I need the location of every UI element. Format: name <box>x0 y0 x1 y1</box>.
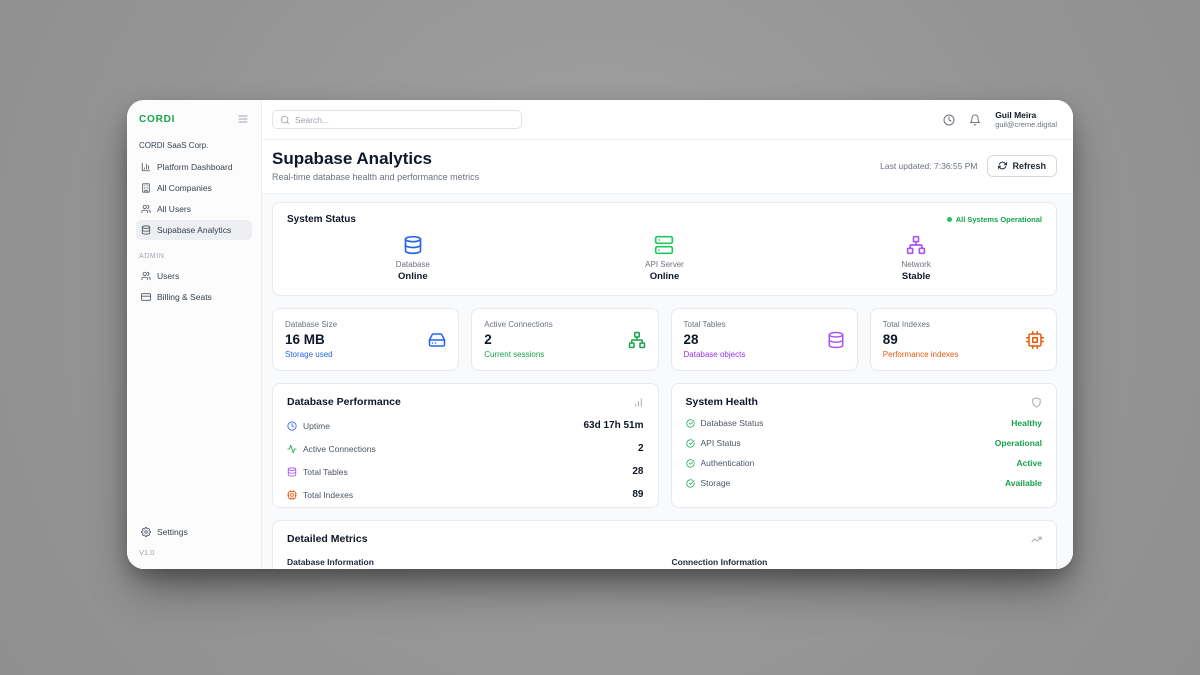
stat-card-total-indexes: Total Indexes 89 Performance indexes <box>870 308 1057 371</box>
network-icon <box>906 235 926 255</box>
check-circle-icon <box>686 479 695 488</box>
org-label: CORDI SaaS Corp. <box>139 141 249 150</box>
bar-chart-icon <box>633 397 644 408</box>
search-icon <box>280 115 290 125</box>
sidebar-item-all-users[interactable]: All Users <box>136 199 252 219</box>
sidebar-item-supabase-analytics[interactable]: Supabase Analytics <box>136 220 252 240</box>
refresh-button[interactable]: Refresh <box>987 155 1057 177</box>
activity-icon <box>287 444 297 454</box>
bell-icon[interactable] <box>969 114 981 126</box>
bar-chart-icon <box>141 162 151 172</box>
refresh-icon <box>998 161 1007 170</box>
detailed-metrics-card: Detailed Metrics Database Information Da… <box>272 520 1057 569</box>
shield-icon <box>1031 397 1042 408</box>
sidebar-item-platform-dashboard[interactable]: Platform Dashboard <box>136 157 252 177</box>
system-status-title: System Status <box>287 214 356 225</box>
user-email: guil@creme.digital <box>995 120 1057 129</box>
gear-icon <box>141 527 151 537</box>
stat-card-active-connections: Active Connections 2 Current sessions <box>471 308 658 371</box>
last-updated: Last updated: 7:36:55 PM <box>880 161 977 171</box>
check-circle-icon <box>686 439 695 448</box>
user-name: Guil Meira <box>995 110 1057 121</box>
cpu-icon <box>287 490 297 500</box>
user-menu[interactable]: Guil Meira guil@creme.digital <box>995 110 1057 130</box>
status-badge: All Systems Operational <box>947 215 1042 224</box>
connection-information-column: Connection Information Active Connection… <box>672 557 1043 569</box>
sidebar: CORDI CORDI SaaS Corp. Platform Dashboar… <box>127 100 262 569</box>
system-health-panel: System Health Database Status Healthy <box>671 383 1058 508</box>
status-item-database: Database Online <box>287 235 539 282</box>
app-version: V1.0 <box>139 548 249 557</box>
database-icon <box>141 225 151 235</box>
database-information-column: Database Information Database Size: 16 M… <box>287 557 658 569</box>
check-circle-icon <box>686 419 695 428</box>
network-icon <box>628 331 646 349</box>
sidebar-item-users[interactable]: Users <box>136 266 252 286</box>
health-row-database-status: Database Status Healthy <box>686 418 1043 428</box>
page-title: Supabase Analytics <box>272 149 479 169</box>
users-icon <box>141 271 151 281</box>
health-row-storage: Storage Available <box>686 478 1043 488</box>
building-icon <box>141 183 151 193</box>
database-icon <box>403 235 423 255</box>
cpu-icon <box>1026 331 1044 349</box>
admin-section-label: ADMIN <box>139 253 249 260</box>
health-row-api-status: API Status Operational <box>686 438 1043 448</box>
system-status-card: System Status All Systems Operational Da… <box>272 202 1057 296</box>
status-item-api-server: API Server Online <box>539 235 791 282</box>
performance-row-uptime: Uptime 63d 17h 51m <box>287 420 644 431</box>
performance-row-total-indexes: Total Indexes 89 <box>287 489 644 500</box>
status-item-network: Network Stable <box>790 235 1042 282</box>
clock-icon <box>287 421 297 431</box>
search-box[interactable] <box>272 110 522 129</box>
credit-card-icon <box>141 292 151 302</box>
database-performance-panel: Database Performance Uptime 63d 17h 51m <box>272 383 659 508</box>
trending-up-icon <box>1031 534 1042 545</box>
sidebar-item-all-companies[interactable]: All Companies <box>136 178 252 198</box>
check-circle-icon <box>686 459 695 468</box>
sidebar-item-billing-seats[interactable]: Billing & Seats <box>136 287 252 307</box>
performance-row-total-tables: Total Tables 28 <box>287 466 644 477</box>
health-row-authentication: Authentication Active <box>686 458 1043 468</box>
performance-row-active-connections: Active Connections 2 <box>287 443 644 454</box>
content-area: System Status All Systems Operational Da… <box>262 194 1073 569</box>
topbar: Guil Meira guil@creme.digital <box>262 100 1073 140</box>
database-icon <box>287 467 297 477</box>
server-icon <box>654 235 674 255</box>
stat-card-database-size: Database Size 16 MB Storage used <box>272 308 459 371</box>
page-header: Supabase Analytics Real-time database he… <box>262 140 1073 194</box>
stat-card-total-tables: Total Tables 28 Database objects <box>671 308 858 371</box>
users-icon <box>141 204 151 214</box>
sidebar-item-settings[interactable]: Settings <box>136 522 252 542</box>
clock-icon[interactable] <box>943 114 955 126</box>
status-dot-icon <box>947 217 952 222</box>
menu-icon[interactable] <box>237 113 249 125</box>
page-subtitle: Real-time database health and performanc… <box>272 172 479 182</box>
database-icon <box>827 331 845 349</box>
hard-drive-icon <box>428 331 446 349</box>
app-window: CORDI CORDI SaaS Corp. Platform Dashboar… <box>127 100 1073 569</box>
search-input[interactable] <box>295 115 514 125</box>
app-logo: CORDI <box>139 114 175 125</box>
